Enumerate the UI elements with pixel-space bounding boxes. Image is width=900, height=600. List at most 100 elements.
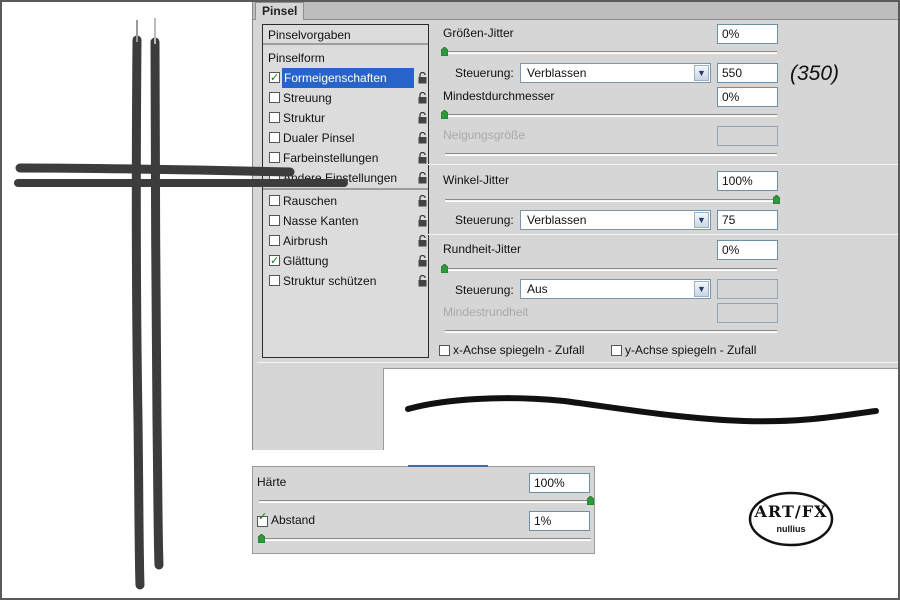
min-roundness-slider — [445, 330, 777, 333]
list-item-brush-presets[interactable]: Pinselvorgaben — [263, 25, 428, 45]
checkbox-color-dynamics[interactable] — [269, 152, 280, 163]
size-jitter-input[interactable]: 0% — [717, 24, 778, 44]
list-item-smoothing[interactable]: Glättung — [263, 251, 428, 271]
min-diameter-label: Mindestdurchmesser — [443, 89, 555, 103]
angle-jitter-slider-thumb[interactable] — [773, 195, 780, 204]
checkbox-protect-texture[interactable] — [269, 275, 280, 286]
lock-icon[interactable] — [418, 72, 427, 84]
list-item-brush-tip-shape[interactable]: Pinselform — [263, 48, 428, 68]
roundness-jitter-slider-thumb[interactable] — [441, 264, 448, 273]
list-item-label: Struktur schützen — [283, 274, 377, 288]
lock-icon[interactable] — [418, 275, 427, 287]
flip-y-checkbox[interactable] — [611, 345, 622, 356]
angle-jitter-label: Winkel-Jitter — [443, 173, 510, 187]
roundness-jitter-slider[interactable] — [445, 268, 777, 271]
list-item-label: Dualer Pinsel — [283, 131, 355, 145]
lock-icon[interactable] — [418, 152, 427, 164]
angle-jitter-input[interactable]: 100% — [717, 171, 778, 191]
size-jitter-slider-thumb[interactable] — [441, 47, 448, 56]
list-item-scattering[interactable]: Streuung — [263, 88, 428, 108]
list-item-noise[interactable]: Rauschen — [263, 191, 428, 211]
list-item-other-dynamics[interactable]: Andere Einstellungen — [263, 168, 428, 188]
list-item-label: Andere Einstellungen — [283, 171, 398, 185]
section-divider — [428, 164, 900, 165]
list-separator — [263, 188, 428, 190]
list-item-label: Nasse Kanten — [283, 214, 359, 228]
list-item-wet-edges[interactable]: Nasse Kanten — [263, 211, 428, 231]
brush-tip-panel: Härte 100% ✓ Abstand 1% — [252, 465, 595, 554]
panel-tabbar: Pinsel — [253, 0, 900, 20]
tilt-scale-input — [717, 126, 778, 146]
lock-icon[interactable] — [418, 112, 427, 124]
list-item-color-dynamics[interactable]: Farbeinstellungen — [263, 148, 428, 168]
logo-text: ART/FX — [754, 502, 828, 521]
min-diameter-input[interactable]: 0% — [717, 87, 778, 107]
tilt-scale-slider — [445, 153, 777, 156]
lock-icon[interactable] — [418, 172, 427, 184]
checkmark-icon: ✓ — [258, 511, 268, 523]
control-label: Steuerung: — [455, 66, 514, 80]
flip-x-checkbox[interactable] — [439, 345, 450, 356]
control-label-2: Steuerung: — [455, 213, 514, 227]
spacing-input[interactable]: 1% — [529, 511, 590, 531]
flip-x-label: x-Achse spiegeln - Zufall — [453, 343, 585, 357]
min-diameter-slider[interactable] — [445, 114, 777, 117]
hardness-slider[interactable] — [259, 500, 591, 503]
control-select-3-value: Aus — [527, 282, 548, 296]
spacing-slider-thumb[interactable] — [258, 534, 266, 543]
roundness-jitter-label: Rundheit-Jitter — [443, 242, 522, 256]
size-jitter-slider[interactable] — [445, 51, 777, 54]
list-item-label: Glättung — [283, 254, 329, 268]
hardness-input[interactable]: 100% — [529, 473, 590, 493]
control-3-number-input — [717, 279, 778, 299]
lock-icon[interactable] — [418, 132, 427, 144]
angle-jitter-slider[interactable] — [445, 199, 777, 202]
list-item-protect-texture[interactable]: Struktur schützen — [263, 271, 428, 291]
checkbox-other-dynamics[interactable] — [269, 172, 280, 183]
checkbox-scattering[interactable] — [269, 92, 280, 103]
control-label-3: Steuerung: — [455, 283, 514, 297]
size-jitter-label: Größen-Jitter — [443, 26, 514, 40]
brush-stroke-preview — [383, 368, 900, 450]
checkbox-noise[interactable] — [269, 195, 280, 206]
control-select-1[interactable]: Verblassen ▼ — [520, 63, 711, 83]
control-select-2[interactable]: Verblassen ▼ — [520, 210, 711, 230]
checkbox-dual-brush[interactable] — [269, 132, 280, 143]
chevron-down-icon: ▼ — [694, 212, 709, 228]
list-item-label: Formeigenschaften — [282, 68, 414, 88]
flip-y-label: y-Achse spiegeln - Zufall — [625, 343, 757, 357]
list-item-airbrush[interactable]: Airbrush — [263, 231, 428, 251]
list-item-label: Rauschen — [283, 194, 338, 208]
list-item-dual-brush[interactable]: Dualer Pinsel — [263, 128, 428, 148]
logo-subtext: nullius — [776, 524, 806, 534]
min-roundness-input — [717, 303, 778, 323]
chevron-down-icon: ▼ — [694, 281, 709, 297]
control-select-3[interactable]: Aus ▼ — [520, 279, 711, 299]
tab-pinsel[interactable]: Pinsel — [255, 2, 305, 20]
hardness-slider-thumb[interactable] — [587, 496, 594, 505]
checkbox-wet-edges[interactable] — [269, 215, 280, 226]
chevron-down-icon: ▼ — [694, 65, 709, 81]
list-item-label: Airbrush — [283, 234, 328, 248]
lock-icon[interactable] — [418, 255, 427, 267]
checkbox-texture[interactable] — [269, 112, 280, 123]
fade-steps-input-2[interactable]: 75 — [717, 210, 778, 230]
list-item-label: Farbeinstellungen — [283, 151, 379, 165]
roundness-jitter-input[interactable]: 0% — [717, 240, 778, 260]
list-item-shape-dynamics[interactable]: Formeigenschaften — [263, 68, 428, 88]
spacing-slider[interactable] — [259, 538, 591, 541]
min-diameter-slider-thumb[interactable] — [441, 110, 448, 119]
lock-icon[interactable] — [418, 215, 427, 227]
checkbox-smoothing[interactable] — [269, 251, 280, 271]
preview-stroke — [405, 395, 879, 425]
checkbox-airbrush[interactable] — [269, 235, 280, 246]
lock-icon[interactable] — [418, 195, 427, 207]
brush-settings-list: Pinselvorgaben Pinselform Formeigenschaf… — [262, 24, 429, 358]
checkbox-shape-dynamics[interactable] — [269, 68, 280, 88]
fade-steps-input-1[interactable]: 550 — [717, 63, 778, 83]
annotation-note: (350) — [790, 62, 840, 85]
list-item-texture[interactable]: Struktur — [263, 108, 428, 128]
hardness-label: Härte — [257, 475, 287, 489]
lock-icon[interactable] — [418, 235, 427, 247]
lock-icon[interactable] — [418, 92, 427, 104]
